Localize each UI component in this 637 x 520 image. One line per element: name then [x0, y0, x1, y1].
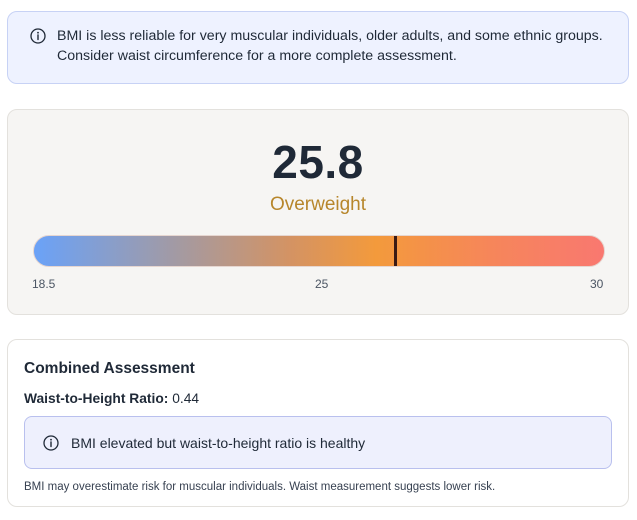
bmi-reliability-banner: BMI is less reliable for very muscular i…: [7, 11, 629, 84]
ratio-label: Waist-to-Height Ratio:: [24, 391, 169, 406]
assessment-note: BMI may overestimate risk for muscular i…: [24, 481, 496, 493]
scale-tick-min: 18.5: [32, 277, 56, 291]
scale-tick-mid: 25: [315, 277, 329, 291]
combined-assessment-card: Combined Assessment Waist-to-Height Rati…: [7, 339, 629, 507]
bmi-value: 25.8: [272, 136, 364, 188]
bmi-scale-bar: [33, 235, 605, 267]
banner-text: BMI is less reliable for very muscular i…: [57, 26, 603, 66]
bmi-result-card: 25.8 Overweight 18.5 25 30: [7, 109, 629, 315]
assessment-alert: BMI elevated but waist-to-height ratio i…: [24, 416, 612, 469]
ratio-value: 0.44: [172, 391, 200, 406]
bmi-scale-marker: [394, 236, 398, 266]
banner-line-2: Consider waist circumference for a more …: [57, 48, 457, 64]
info-icon: [30, 28, 46, 44]
banner-line-1: BMI is less reliable for very muscular i…: [57, 28, 603, 44]
info-icon: [43, 434, 59, 451]
assessment-alert-text: BMI elevated but waist-to-height ratio i…: [71, 434, 366, 451]
waist-height-ratio: Waist-to-Height Ratio: 0.44: [24, 391, 199, 406]
assessment-title: Combined Assessment: [24, 360, 195, 377]
scale-tick-max: 30: [590, 277, 604, 291]
bmi-category: Overweight: [269, 194, 367, 215]
